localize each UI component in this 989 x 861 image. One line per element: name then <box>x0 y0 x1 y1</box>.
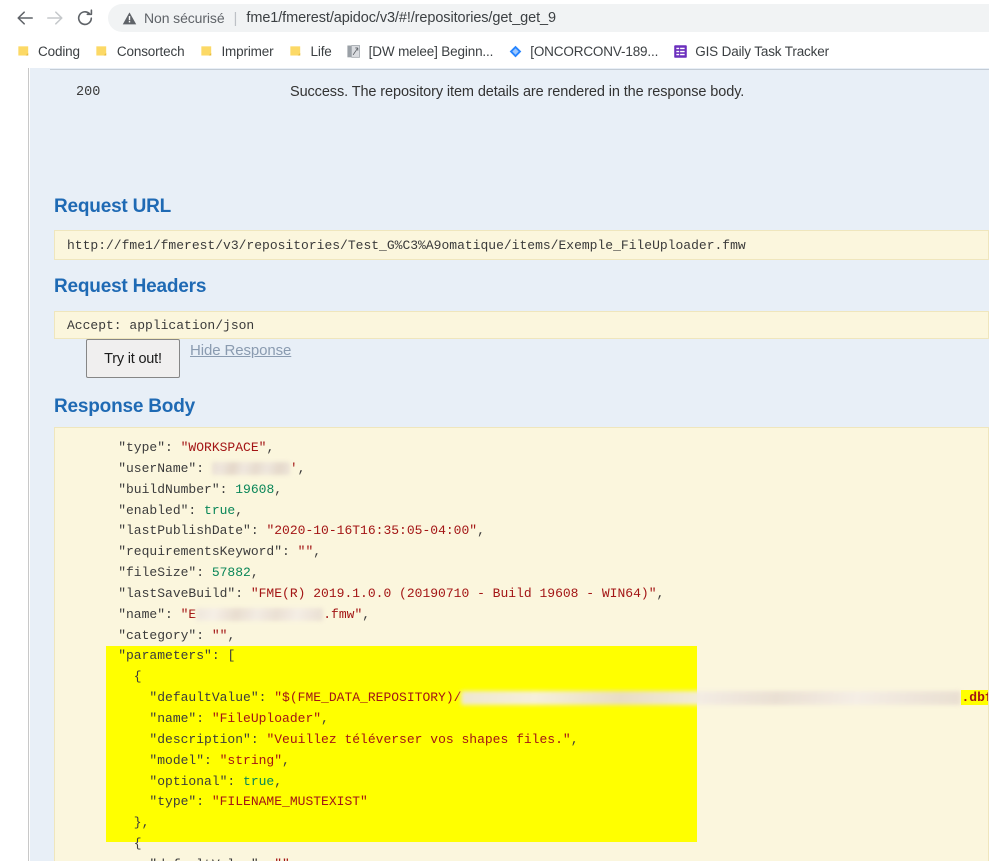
back-button[interactable] <box>10 3 40 33</box>
code-line: "category": "", <box>87 627 236 643</box>
bookmark-label: Life <box>310 44 332 59</box>
warning-triangle-icon <box>122 11 137 26</box>
bookmark-gis-daily-task-tracker[interactable]: GIS Daily Task Tracker <box>665 40 836 64</box>
code-line: "type": "WORKSPACE", <box>87 440 275 455</box>
code-line: { <box>87 836 142 852</box>
response-body-heading: Response Body <box>54 396 195 417</box>
url-text: fme1/fmerest/apidoc/v3/#!/repositories/g… <box>246 10 556 26</box>
search-match: .dbf <box>961 690 988 706</box>
folder-icon <box>94 44 110 60</box>
code-line: "lastPublishDate": "2020-10-16T16:35:05-… <box>87 523 485 539</box>
response-json-code: "type": "WORKSPACE", "userName": ', "bui… <box>55 428 988 861</box>
security-status-label: Non sécurisé <box>144 10 225 26</box>
code-line: { <box>87 669 142 685</box>
redacted-value <box>461 690 962 705</box>
code-line: "name": "E .fmw", <box>87 606 371 622</box>
code-line: "lastSaveBuild": "FME(R) 2019.1.0.0 (201… <box>87 585 665 601</box>
folder-icon <box>15 44 31 60</box>
bookmark-label: Coding <box>38 44 80 59</box>
bookmark-label: Consortech <box>116 44 185 59</box>
code-line: "buildNumber": 19608, <box>87 481 283 497</box>
request-headers-value: Accept: application/json <box>54 311 989 339</box>
code-line: "enabled": true, <box>87 502 244 518</box>
page-left-gutter <box>0 68 29 861</box>
omnibox-separator: | <box>233 9 238 27</box>
section-divider <box>50 69 989 70</box>
bookmark-label: [ONCORCONV-189... <box>530 44 659 59</box>
bookmark-imprimer[interactable]: Imprimer <box>191 40 280 64</box>
code-line: "model": "string", <box>87 752 290 768</box>
hide-response-link[interactable]: Hide Response <box>190 342 291 359</box>
code-line: "optional": true, <box>87 773 283 789</box>
redacted-value <box>211 461 290 475</box>
bookmark-oncorconv[interactable]: [ONCORCONV-189... <box>500 40 665 64</box>
bookmark-consortech[interactable]: Consortech <box>87 40 192 64</box>
reload-button[interactable] <box>70 3 100 33</box>
code-line: "parameters": [ <box>87 648 236 664</box>
code-line: "fileSize": 57882, <box>87 565 259 581</box>
bookmark-life[interactable]: Life <box>281 40 339 64</box>
status-code: 200 <box>76 84 101 100</box>
try-it-out-button[interactable]: Try it out! <box>86 339 180 378</box>
response-status-row: 200 Success. The repository item details… <box>30 74 989 110</box>
code-line: "description": "Veuillez téléverser vos … <box>87 731 579 747</box>
status-message: Success. The repository item details are… <box>290 84 745 100</box>
code-line: "type": "FILENAME_MUSTEXIST" <box>87 794 368 810</box>
request-headers-heading: Request Headers <box>54 276 207 297</box>
address-bar[interactable]: Non sécurisé | fme1/fmerest/apidoc/v3/#!… <box>108 4 989 32</box>
browser-toolbar: Non sécurisé | fme1/fmerest/apidoc/v3/#!… <box>0 0 989 36</box>
bookmark-label: [DW melee] Beginn... <box>368 44 494 59</box>
google-sheets-icon <box>672 44 688 60</box>
forward-button[interactable] <box>40 3 70 33</box>
bookmark-coding[interactable]: Coding <box>8 40 87 64</box>
bookmarks-bar: Coding Consortech Imprimer Life [DW mele… <box>0 36 989 67</box>
request-url-heading: Request URL <box>54 196 172 217</box>
api-operation-panel: 200 Success. The repository item details… <box>30 68 989 861</box>
folder-icon <box>198 44 214 60</box>
code-line: }, <box>87 815 150 831</box>
code-line: "requirementsKeyword": "", <box>87 544 322 560</box>
bookmark-label: Imprimer <box>221 44 274 59</box>
request-url-value: http://fme1/fmerest/v3/repositories/Test… <box>54 230 989 260</box>
bookmark-dw-melee[interactable]: [DW melee] Beginn... <box>339 40 501 64</box>
code-line: "defaultValue": "", <box>55 855 988 861</box>
jira-diamond-icon <box>507 44 523 60</box>
response-body-pre[interactable]: "type": "WORKSPACE", "userName": ', "bui… <box>54 427 989 861</box>
folder-icon <box>288 44 304 60</box>
page-viewport: 200 Success. The repository item details… <box>0 68 989 861</box>
code-line: "name": "FileUploader", <box>87 710 329 726</box>
code-line: "defaultValue": "$(FME_DATA_REPOSITORY)/… <box>55 688 988 709</box>
redacted-value <box>196 607 324 621</box>
browser-chrome: Non sécurisé | fme1/fmerest/apidoc/v3/#!… <box>0 0 989 68</box>
bookmark-label: GIS Daily Task Tracker <box>695 44 829 59</box>
code-line: "userName": ', <box>87 460 306 476</box>
document-page-icon <box>346 44 362 60</box>
